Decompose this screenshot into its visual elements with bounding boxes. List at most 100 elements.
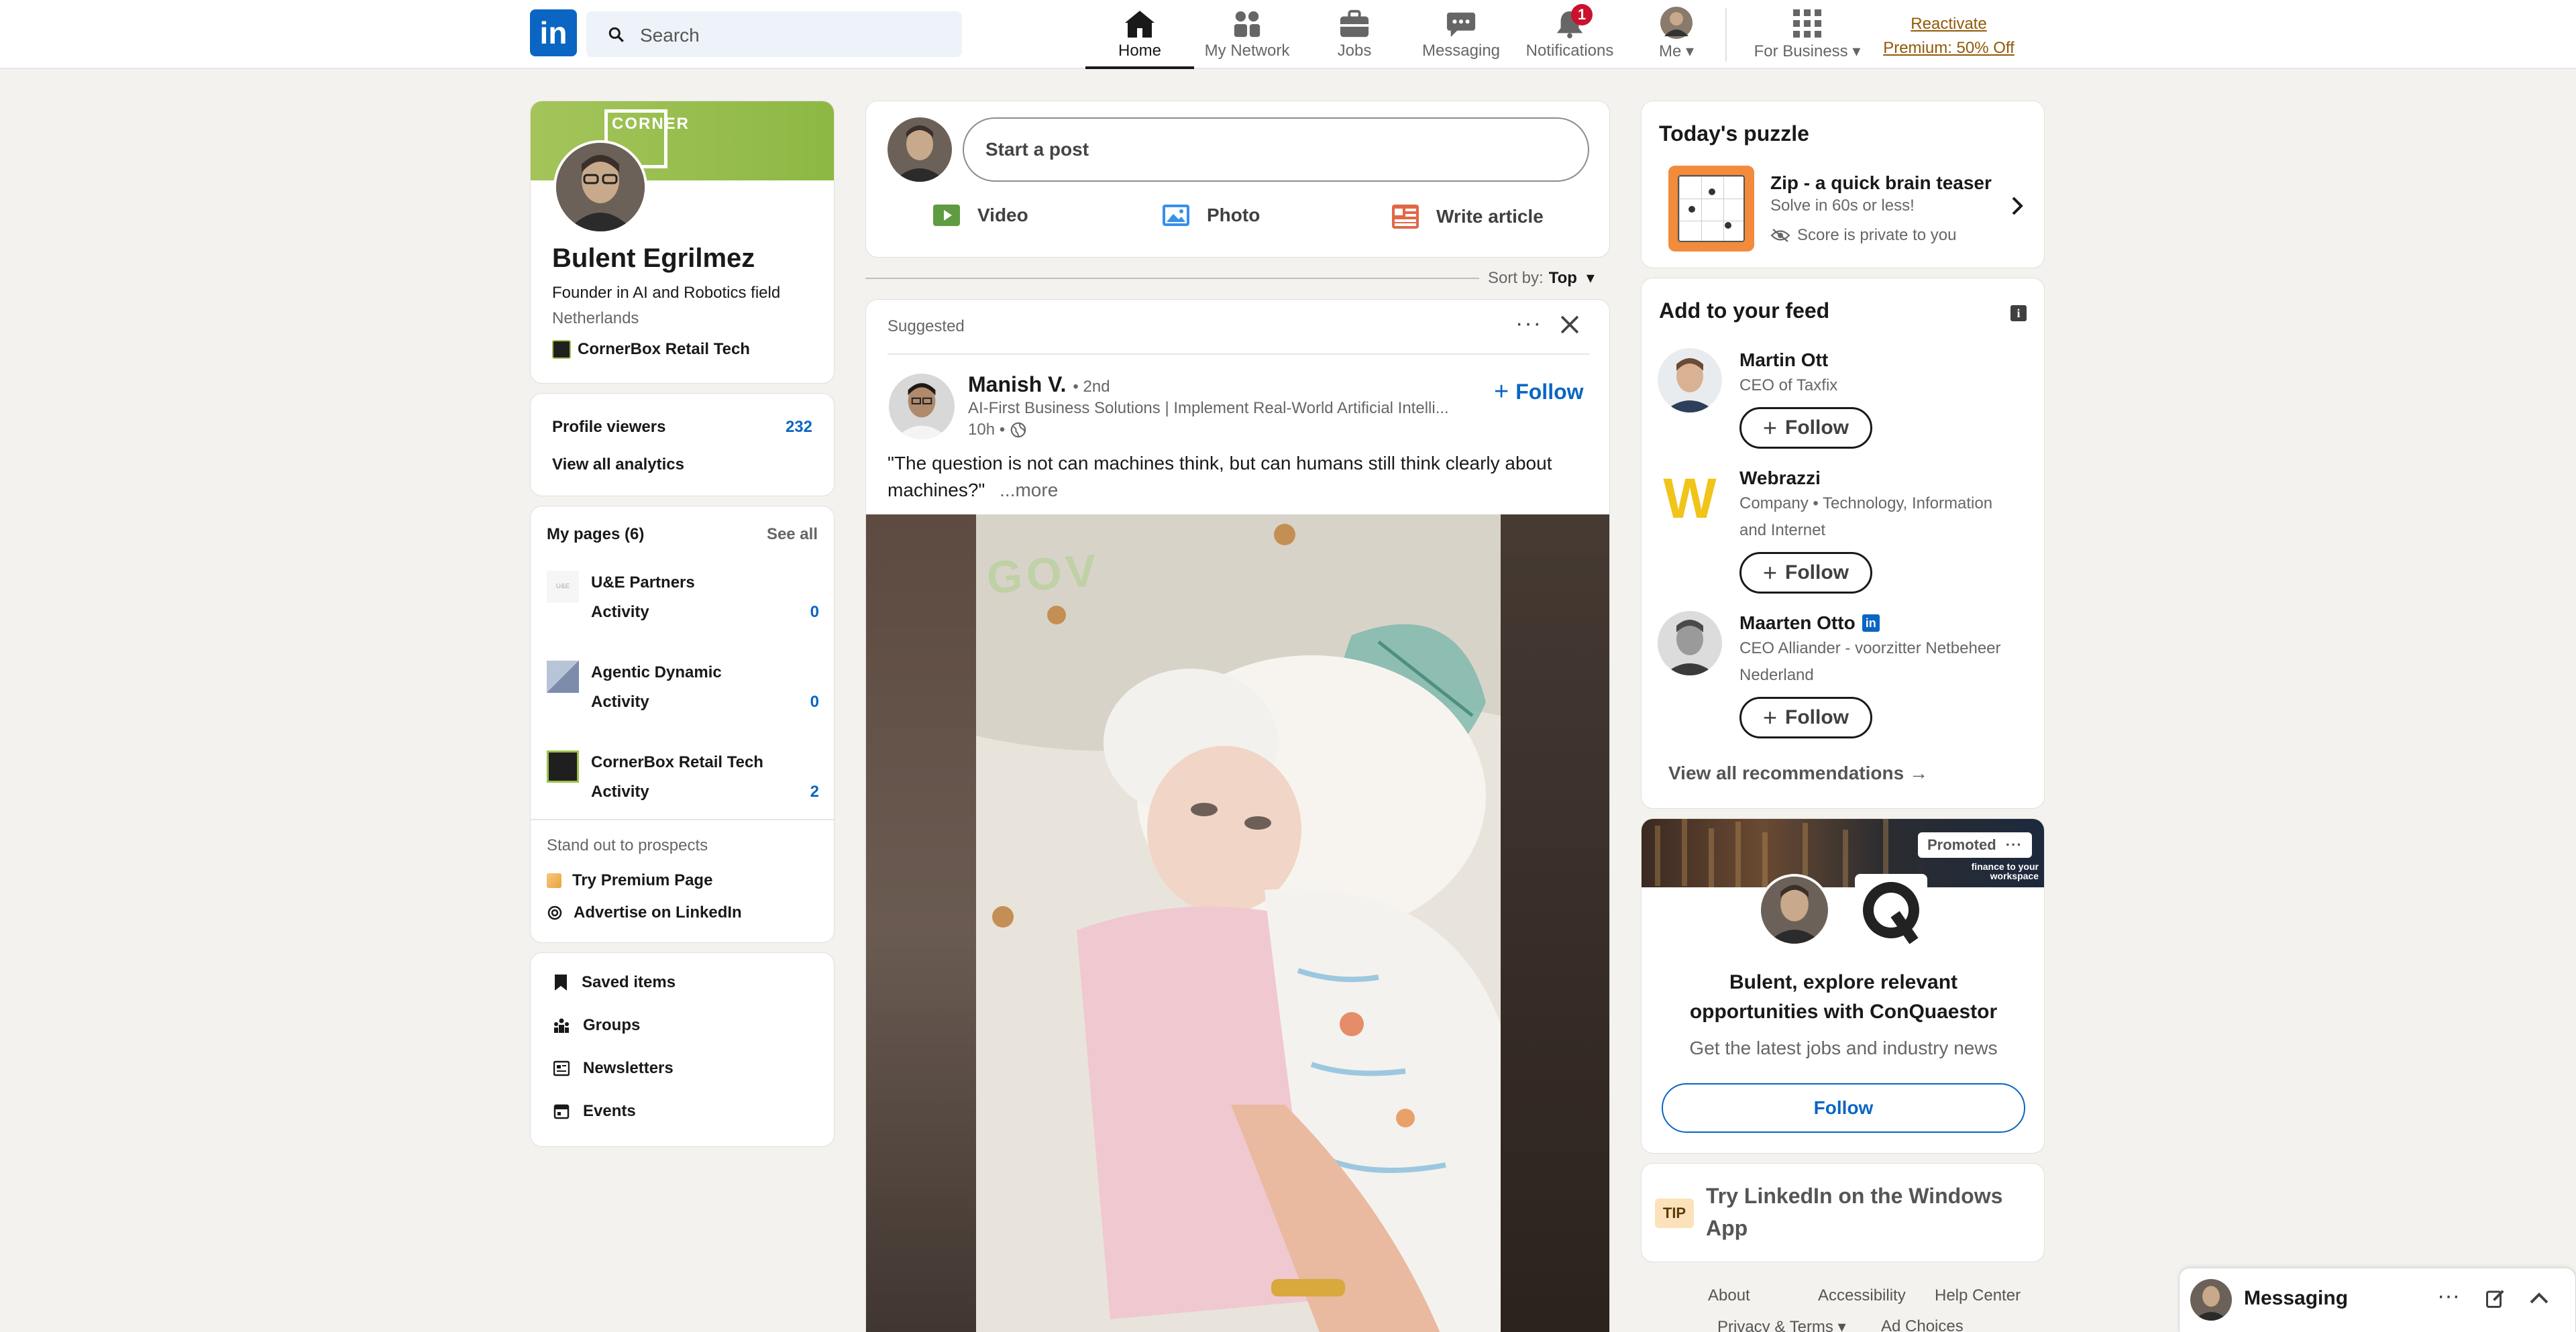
view-all-analytics-link[interactable]: View all analytics [552,455,684,474]
follow-button[interactable]: + Follow [1739,407,1872,449]
post-video[interactable]: GOV [866,514,1609,1332]
martin-ott-avatar[interactable] [1658,348,1722,412]
puzzle-subtitle: Solve in 60s or less! [1770,197,1915,215]
follow-label: Follow [1515,380,1584,404]
caret-down-icon: ▾ [1586,269,1595,287]
shortcut-label: Groups [583,1016,641,1034]
cornerbox-logo-icon [547,751,579,783]
maarten-otto-avatar[interactable] [1658,611,1722,675]
search-box[interactable]: Search [586,11,962,57]
divider [1725,8,1727,62]
nav-for-business-label: For Business [1754,42,1848,60]
nav-my-network-label: My Network [1204,42,1290,60]
shortcut-label: Events [583,1102,636,1120]
shortcut-events[interactable]: Events [553,1102,636,1121]
follow-label: Follow [1785,417,1849,439]
conquaestor-logo-icon[interactable] [1855,874,1927,946]
page-item[interactable]: Agentic Dynamic Activity 0 [547,661,819,721]
promoted-badge[interactable]: Promoted ··· [1918,832,2032,858]
nav-home-label: Home [1118,42,1162,60]
footer-help-center[interactable]: Help Center [1935,1286,2021,1305]
search-input[interactable]: Search [640,25,700,46]
puzzle-card: Today's puzzle Zip - a quick brain tease… [1641,101,2045,268]
notification-badge: 1 [1571,4,1593,25]
composer-avatar[interactable] [888,117,952,182]
nav-jobs[interactable]: Jobs [1315,0,1394,69]
nav-for-business[interactable]: For Business ▾ [1743,0,1872,69]
advertise-link[interactable]: Advertise on LinkedIn [547,903,742,922]
shortcut-groups[interactable]: Groups [553,1016,640,1035]
chevron-up-icon[interactable] [2528,1291,2550,1306]
profile-name[interactable]: Bulent Egrilmez [552,243,755,274]
webrazzi-logo-icon[interactable]: W [1658,466,1722,531]
try-premium-page-link[interactable]: Try Premium Page [547,871,712,890]
profile-viewers-count[interactable]: 232 [786,418,812,437]
footer-about[interactable]: About [1708,1286,1750,1305]
footer-ad-choices[interactable]: Ad Choices [1881,1317,1964,1332]
premium-link[interactable]: Reactivate Premium: 50% Off [1872,12,2026,60]
suggested-label: Suggested [888,317,965,335]
sort-value: Top [1548,268,1577,287]
nav-notifications-label: Notifications [1525,42,1614,60]
recommendation-desc-line-2: and Internet [1739,521,1826,539]
footer-accessibility[interactable]: Accessibility [1818,1286,1906,1305]
linkedin-logo[interactable]: in [530,9,577,56]
author-name[interactable]: Manish V. [968,372,1066,397]
linkedin-badge-icon: in [1862,614,1880,632]
view-all-recommendations-link[interactable]: View all recommendations → [1668,763,1928,784]
chevron-right-icon[interactable] [2010,195,2024,217]
video-overlay-text: GOV [985,545,1102,604]
follow-author-button[interactable]: + Follow [1494,378,1584,406]
promo-follow-button[interactable]: Follow [1662,1083,2025,1133]
follow-button[interactable]: + Follow [1739,552,1872,594]
follow-button[interactable]: + Follow [1739,697,1872,738]
see-all-pages-link[interactable]: See all [767,525,818,544]
page-activity-label: Activity [591,783,649,801]
zip-puzzle-icon[interactable] [1668,166,1754,252]
author-avatar[interactable] [889,374,955,439]
compose-icon[interactable] [2485,1288,2506,1309]
more-options-icon[interactable]: ··· [2006,836,2023,854]
sort-dropdown[interactable]: Sort by: Top ▾ [1488,268,1595,288]
nav-me[interactable]: Me ▾ [1644,0,1709,69]
shortcut-newsletters[interactable]: Newsletters [553,1059,674,1078]
plus-icon: + [1762,559,1778,586]
start-post-input[interactable]: Start a post [963,117,1589,182]
footer-privacy[interactable]: Privacy & Terms [1717,1318,1833,1332]
more-options-icon[interactable]: ··· [2437,1283,2460,1309]
info-icon[interactable]: i [2010,305,2027,321]
follow-label: Follow [1785,561,1849,584]
page-item[interactable]: CornerBox Retail Tech Activity 2 [547,751,819,811]
nav-my-network[interactable]: My Network [1194,0,1300,69]
nav-home[interactable]: Home [1085,0,1194,69]
recommendation-desc-line-2: Nederland [1739,666,1814,684]
nav-notifications[interactable]: 1 Notifications [1517,0,1622,69]
profile-avatar[interactable] [553,140,647,234]
page-activity-count: 0 [810,693,819,711]
recommendation-name[interactable]: Maarten Otto [1739,612,1856,634]
profile-headline: Founder in AI and Robotics field [552,284,781,302]
premium-line-1: Reactivate [1911,15,1987,33]
close-icon[interactable] [1558,313,1581,336]
promo-follow-label: Follow [1813,1097,1874,1118]
shortcut-label: Saved items [582,973,676,991]
messaging-avatar [2190,1279,2232,1321]
write-article-button[interactable]: Write article [1392,205,1544,229]
tip-text[interactable]: Try LinkedIn on the Windows App [1706,1180,2028,1244]
puzzle-name[interactable]: Zip - a quick brain teaser [1770,172,1992,194]
recommendation-name[interactable]: Martin Ott [1739,349,1828,371]
cover-logo-text: CORNER [612,115,690,133]
company-row[interactable]: CornerBox Retail Tech [552,340,750,359]
page-item[interactable]: U&E U&E Partners Activity 0 [547,571,819,631]
profile-viewers-label[interactable]: Profile viewers [552,418,665,437]
photo-button[interactable]: Photo [1163,205,1260,226]
nav-messaging[interactable]: Messaging [1414,0,1508,69]
more-options-icon[interactable]: ··· [1515,311,1542,337]
promoted-label: Promoted [1927,836,1996,853]
shortcut-saved-items[interactable]: Saved items [553,973,676,992]
see-more-link[interactable]: ...more [1000,480,1058,500]
recommendation-name[interactable]: Webrazzi [1739,467,1821,489]
search-icon [608,26,625,44]
messaging-overlay[interactable]: Messaging ··· [2179,1268,2576,1332]
video-button[interactable]: Video [933,205,1028,226]
